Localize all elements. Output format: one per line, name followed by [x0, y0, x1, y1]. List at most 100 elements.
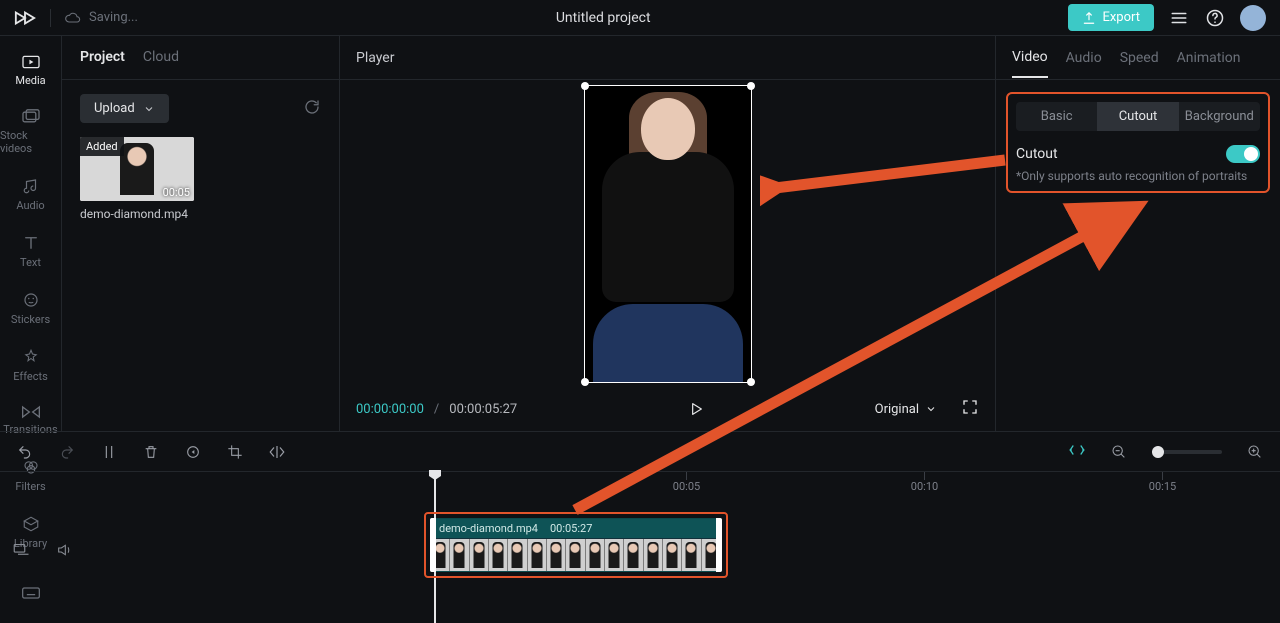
rail-audio[interactable]: Audio — [0, 173, 61, 216]
effects-icon — [22, 348, 40, 366]
annotation-highlight-clip: demo-diamond.mp4 00:05:27 — [424, 512, 728, 578]
player-title: Player — [356, 50, 394, 66]
zoom-in-icon — [1247, 444, 1263, 460]
zoom-slider[interactable] — [1152, 450, 1222, 454]
preview-content — [595, 92, 741, 382]
tab-cloud[interactable]: Cloud — [143, 49, 179, 67]
refresh-icon — [303, 98, 321, 116]
menu-button[interactable] — [1168, 7, 1190, 29]
tab-audio[interactable]: Audio — [1066, 39, 1102, 77]
tick-label: 00:15 — [1149, 480, 1176, 493]
text-icon — [22, 234, 40, 252]
reverse-button[interactable] — [184, 443, 202, 461]
audio-icon — [22, 177, 40, 195]
rail-stickers[interactable]: Stickers — [0, 287, 61, 330]
time-separator: / — [434, 402, 439, 417]
asset-duration: 00:05 — [163, 186, 190, 199]
media-asset[interactable]: Added 00:05 demo-diamond.mp4 — [80, 137, 194, 221]
cutout-note: *Only supports auto recognition of portr… — [1016, 169, 1260, 183]
tab-speed[interactable]: Speed — [1120, 39, 1159, 77]
resize-handle-bl[interactable] — [581, 378, 589, 386]
rail-label: Media — [15, 74, 45, 87]
project-title[interactable]: Untitled project — [138, 10, 1069, 26]
ratio-button[interactable]: Original — [875, 402, 937, 417]
export-label: Export — [1102, 10, 1140, 25]
rail-effects[interactable]: Effects — [0, 344, 61, 387]
upload-button[interactable]: Upload — [80, 94, 169, 123]
play-icon — [688, 401, 704, 417]
upload-icon — [1082, 11, 1096, 25]
rail-label: Effects — [13, 370, 48, 383]
tick-label: 00:10 — [911, 480, 938, 493]
clip-name: demo-diamond.mp4 — [439, 522, 538, 535]
zoom-fit-button[interactable] — [1068, 442, 1086, 461]
help-button[interactable] — [1204, 7, 1226, 29]
subtab-background[interactable]: Background — [1179, 102, 1260, 131]
track-toggle[interactable] — [12, 542, 30, 556]
play-button[interactable] — [683, 396, 709, 422]
tab-video[interactable]: Video — [1012, 38, 1048, 78]
current-time: 00:00:00:00 — [356, 402, 424, 417]
rail-text[interactable]: Text — [0, 230, 61, 273]
transitions-icon — [21, 405, 41, 419]
timeline-body[interactable]: 00:05 00:10 00:15 demo-diamond.mp4 00:05… — [0, 472, 1280, 623]
timeline-toolbar — [0, 432, 1280, 472]
menu-lines-icon — [1170, 9, 1188, 27]
split-icon — [101, 443, 117, 461]
zoom-fit-icon — [1068, 443, 1086, 457]
upload-label: Upload — [94, 101, 135, 116]
cutout-toggle[interactable] — [1226, 145, 1260, 163]
total-time: 00:00:05:27 — [449, 402, 517, 417]
resize-handle-tl[interactable] — [581, 82, 589, 90]
split-button[interactable] — [100, 443, 118, 461]
tab-animation[interactable]: Animation — [1177, 39, 1241, 77]
rail-label: Audio — [16, 199, 44, 212]
fullscreen-button[interactable] — [961, 398, 979, 420]
tab-project[interactable]: Project — [80, 49, 125, 67]
layers-icon — [12, 542, 30, 556]
rail-stock-videos[interactable]: Stock videos — [0, 105, 61, 159]
ratio-label: Original — [875, 402, 919, 417]
media-icon — [21, 54, 41, 70]
top-bar: Saving... Untitled project Export — [0, 0, 1280, 36]
timeline-ruler[interactable]: 00:05 00:10 00:15 — [0, 472, 1280, 498]
zoom-in-button[interactable] — [1246, 443, 1264, 461]
preview-frame[interactable] — [584, 85, 752, 383]
timeline-panel: 00:05 00:10 00:15 demo-diamond.mp4 00:05… — [0, 431, 1280, 623]
player-viewport[interactable] — [340, 80, 995, 387]
refresh-button[interactable] — [303, 98, 321, 120]
clip-trim-right[interactable] — [716, 518, 722, 572]
trash-icon — [143, 444, 159, 460]
clip-trim-left[interactable] — [430, 518, 436, 572]
zoom-out-button[interactable] — [1110, 443, 1128, 461]
main-area: Media Stock videos Audio Text Stickers E… — [0, 36, 1280, 431]
inspector-panel: Video Audio Speed Animation Basic Cutout… — [996, 36, 1280, 431]
timeline-clip[interactable]: demo-diamond.mp4 00:05:27 — [430, 518, 722, 572]
crop-button[interactable] — [226, 443, 244, 461]
asset-thumbnail[interactable]: Added 00:05 — [80, 137, 194, 201]
mute-button[interactable] — [56, 542, 72, 562]
zoom-out-icon — [1111, 444, 1127, 460]
undo-button[interactable] — [16, 443, 34, 461]
player-column: Player 00:00:00:00 / 00:00:05:27 — [340, 36, 996, 431]
asset-name: demo-diamond.mp4 — [80, 207, 194, 221]
user-avatar[interactable] — [1240, 5, 1266, 31]
rail-media[interactable]: Media — [0, 50, 61, 91]
chevron-down-icon — [925, 403, 937, 415]
subtab-cutout[interactable]: Cutout — [1097, 102, 1178, 131]
chevron-down-icon — [143, 103, 155, 115]
subtab-basic[interactable]: Basic — [1016, 102, 1097, 131]
rail-label: Stock videos — [0, 129, 61, 155]
help-icon — [1205, 8, 1225, 28]
delete-button[interactable] — [142, 443, 160, 461]
mirror-icon — [268, 444, 286, 460]
export-button[interactable]: Export — [1068, 4, 1154, 31]
cutout-title: Cutout — [1016, 146, 1058, 162]
stock-icon — [21, 109, 41, 125]
redo-button[interactable] — [58, 443, 76, 461]
mirror-button[interactable] — [268, 443, 286, 461]
resize-handle-tr[interactable] — [747, 82, 755, 90]
resize-handle-br[interactable] — [747, 378, 755, 386]
fullscreen-icon — [961, 398, 979, 416]
app-logo[interactable] — [14, 10, 36, 26]
